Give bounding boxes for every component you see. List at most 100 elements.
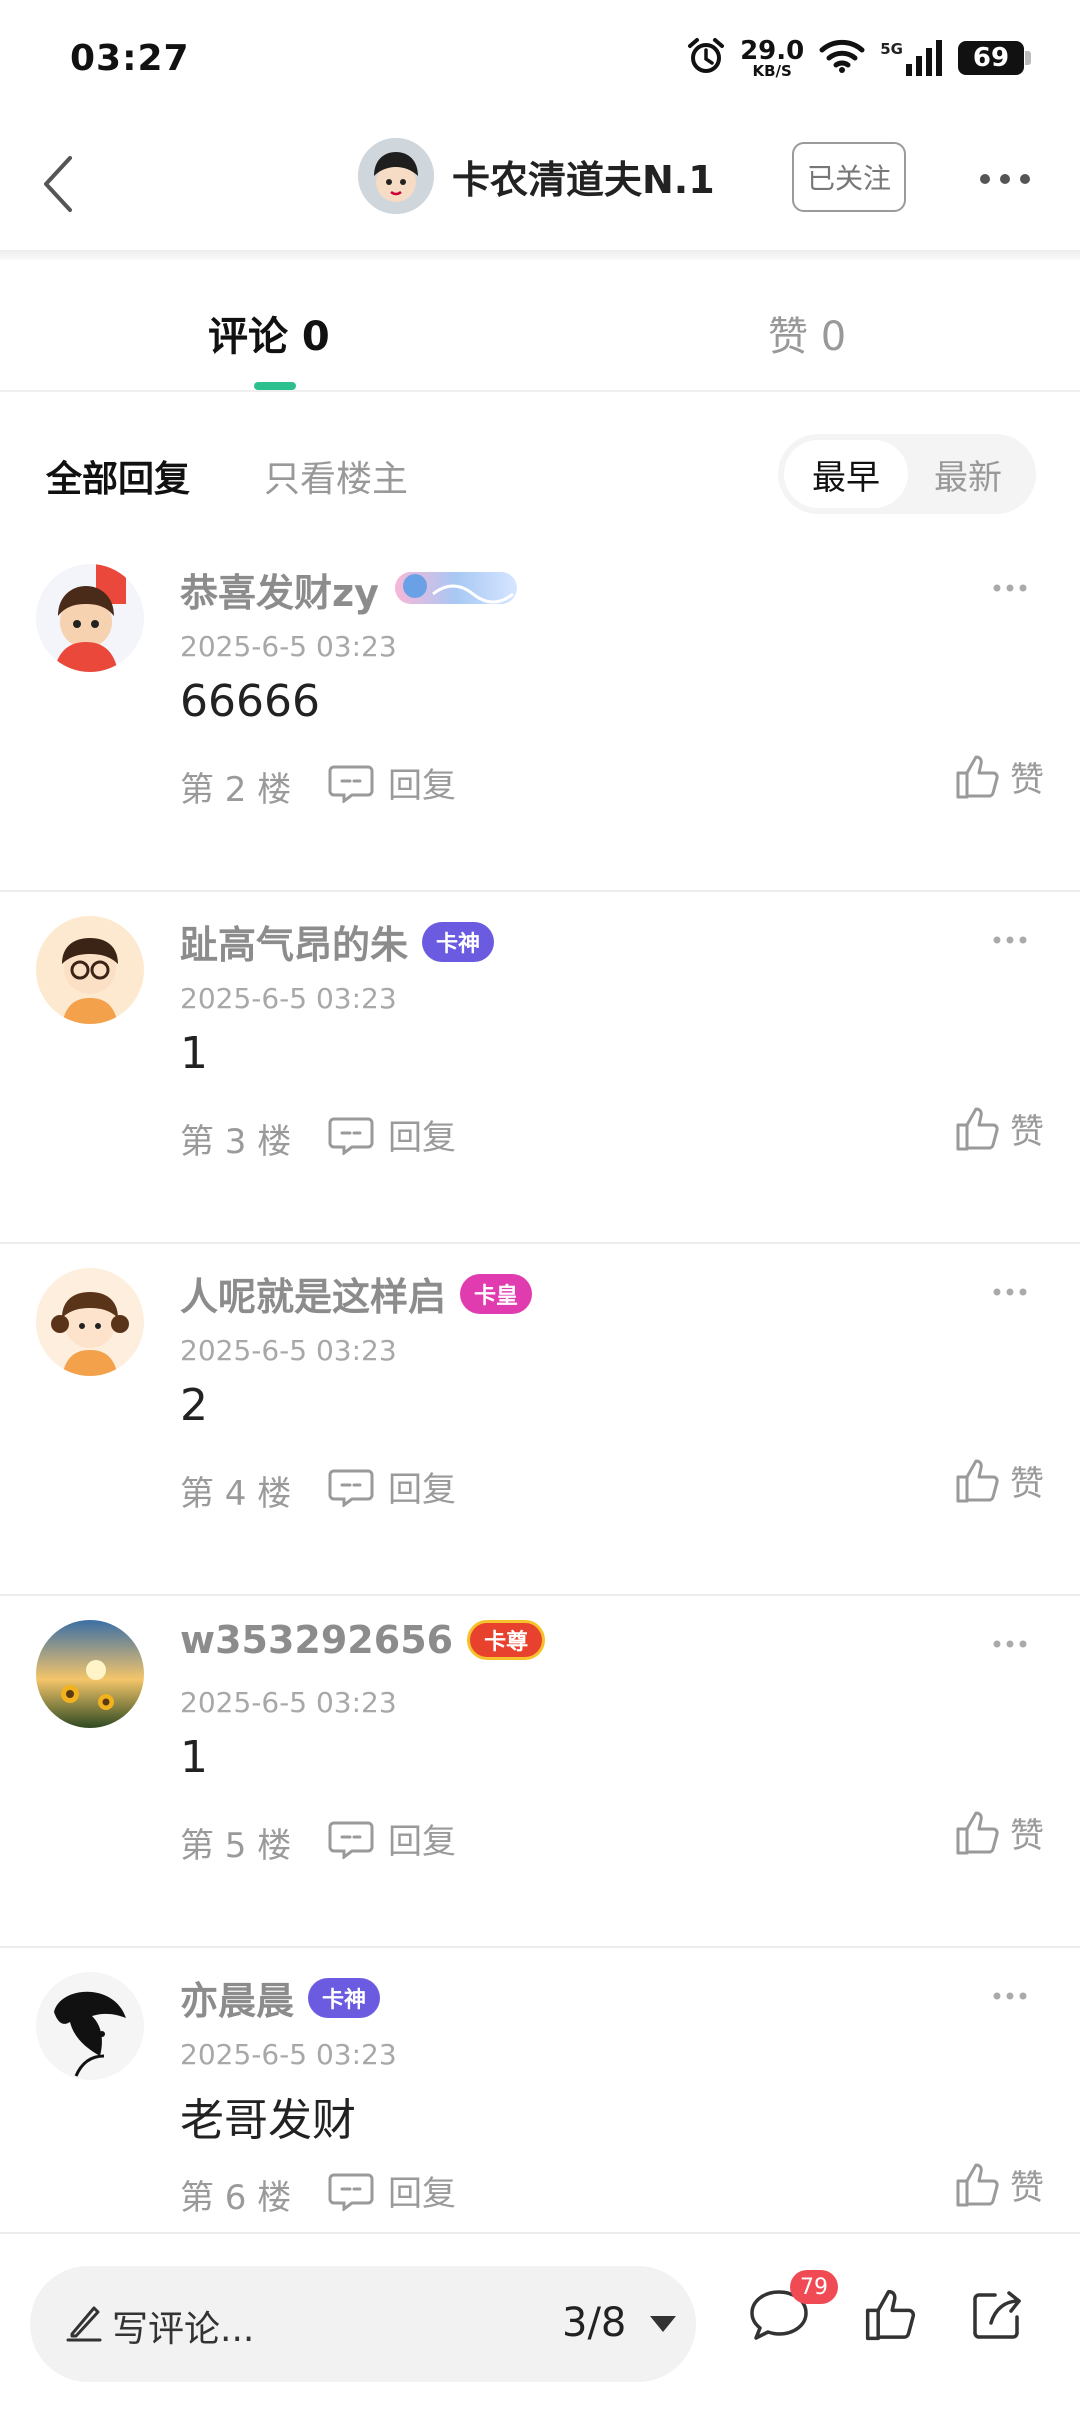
follow-button[interactable]: 已关注	[792, 142, 906, 212]
status-bar: 03:27 29.0 KB/S 5G 69	[0, 0, 1080, 120]
wifi-icon	[818, 38, 866, 78]
comment-more-button[interactable]	[980, 1624, 1040, 1664]
comment-more-button[interactable]	[980, 1272, 1040, 1312]
avatar[interactable]	[36, 564, 144, 672]
network-speed-value: 29.0	[740, 35, 805, 66]
like-label: 赞	[1010, 1112, 1044, 1152]
sort-newest-option[interactable]: 最新	[906, 440, 1030, 508]
comment-text[interactable]: 1	[180, 1028, 208, 1079]
comment-more-button[interactable]	[980, 920, 1040, 960]
header-user[interactable]: 卡农清道夫N.1	[358, 138, 715, 214]
more-dots-icon	[993, 584, 1027, 592]
like-button[interactable]: 赞	[954, 1456, 1044, 1505]
avatar[interactable]	[36, 1268, 144, 1376]
comment-user-name[interactable]: 亦晨晨	[180, 1970, 294, 2025]
header-user-name[interactable]: 卡农清道夫N.1	[452, 149, 715, 204]
list-item: w353292656 卡尊 2025-6-5 03:23 1 第 5 楼 回复 …	[0, 1596, 1080, 1948]
comment-user-name[interactable]: 趾高气昂的朱	[180, 914, 408, 969]
like-label: 赞	[1010, 1816, 1044, 1856]
reply-button[interactable]: 回复	[328, 758, 456, 807]
sort-earliest-option[interactable]: 最早	[784, 440, 908, 508]
thumbs-up-icon	[956, 1811, 999, 1854]
user-badge: 卡尊	[467, 1620, 546, 1660]
comment-text[interactable]: 1	[180, 1732, 208, 1783]
comment-timestamp: 2025-6-5 03:23	[180, 1686, 397, 1719]
tab-likes[interactable]: 赞 0	[768, 304, 846, 362]
floor-number: 第 3 楼	[180, 1122, 292, 1162]
like-button[interactable]: 赞	[954, 1808, 1044, 1857]
tab-bar: 评论 0 赞 0	[0, 260, 1080, 392]
more-dots-icon	[993, 1992, 1027, 2000]
tab-active-indicator	[254, 382, 296, 390]
comment-user-name[interactable]: 恭喜发财zy	[180, 562, 379, 617]
comment-header: 亦晨晨 卡神	[180, 1970, 381, 2025]
comment-timestamp: 2025-6-5 03:23	[180, 982, 397, 1015]
floor-number: 第 6 楼	[180, 2178, 292, 2218]
reply-label: 回复	[388, 1118, 456, 1158]
reply-label: 回复	[388, 2174, 456, 2214]
write-comment-placeholder: 写评论...	[112, 2309, 255, 2350]
user-badge-icon	[393, 566, 519, 614]
comment-user-name[interactable]: w353292656	[180, 1618, 453, 1662]
caret-down-icon[interactable]	[650, 2316, 676, 2332]
more-dots-icon	[993, 1288, 1027, 1296]
thumbs-up-icon	[956, 1107, 999, 1150]
like-label: 赞	[1010, 760, 1044, 800]
bottom-bar: 写评论... 3/8 79	[0, 2232, 1080, 2412]
status-time: 03:27	[70, 38, 190, 79]
pencil-icon	[66, 2306, 102, 2342]
user-badge: 卡神	[308, 1977, 381, 2018]
alarm-icon	[686, 36, 726, 80]
reply-label: 回复	[388, 766, 456, 806]
list-item: 人呢就是这样启 卡皇 2025-6-5 03:23 2 第 4 楼 回复 赞	[0, 1244, 1080, 1596]
reply-button[interactable]: 回复	[328, 2166, 456, 2215]
comment-more-button[interactable]	[980, 1976, 1040, 2016]
reply-icon	[328, 765, 374, 803]
tab-comments[interactable]: 评论 0	[208, 304, 330, 362]
comment-timestamp: 2025-6-5 03:23	[180, 630, 397, 663]
page-header: 卡农清道夫N.1 已关注	[0, 120, 1080, 250]
avatar[interactable]	[36, 1972, 144, 2080]
comment-user-name[interactable]: 人呢就是这样启	[180, 1266, 446, 1321]
reply-button[interactable]: 回复	[328, 1814, 456, 1863]
comment-header: 恭喜发财zy	[180, 562, 519, 617]
comment-header: 趾高气昂的朱 卡神	[180, 914, 495, 969]
comment-timestamp: 2025-6-5 03:23	[180, 1334, 397, 1367]
like-label: 赞	[1010, 1464, 1044, 1504]
avatar[interactable]	[358, 138, 434, 214]
comment-count-badge: 79	[790, 2270, 838, 2304]
user-badge: 卡神	[422, 921, 495, 962]
back-button[interactable]	[22, 144, 92, 224]
like-post-button[interactable]	[856, 2280, 926, 2350]
list-item: 趾高气昂的朱 卡神 2025-6-5 03:23 1 第 3 楼 回复 赞	[0, 892, 1080, 1244]
reply-button[interactable]: 回复	[328, 1462, 456, 1511]
like-button[interactable]: 赞	[954, 1104, 1044, 1153]
page-indicator[interactable]: 3/8	[562, 2300, 626, 2346]
reply-label: 回复	[388, 1822, 456, 1862]
comment-text[interactable]: 66666	[180, 676, 320, 727]
comment-header: w353292656 卡尊	[180, 1618, 546, 1662]
comment-more-button[interactable]	[980, 568, 1040, 608]
write-comment-input[interactable]: 写评论... 3/8	[30, 2266, 696, 2382]
thumbs-up-icon	[956, 1459, 999, 1502]
like-button[interactable]: 赞	[954, 2160, 1044, 2209]
more-dots-icon	[993, 936, 1027, 944]
comment-text[interactable]: 老哥发财	[180, 2084, 356, 2148]
reply-button[interactable]: 回复	[328, 1110, 456, 1159]
network-speed-unit: KB/S	[752, 61, 792, 80]
comment-text[interactable]: 2	[180, 1380, 208, 1431]
chevron-left-icon	[44, 156, 72, 212]
avatar[interactable]	[36, 916, 144, 1024]
filter-op-only[interactable]: 只看楼主	[264, 450, 408, 502]
status-icons: 29.0 KB/S 5G 69	[686, 35, 1031, 80]
more-options-button[interactable]	[970, 154, 1040, 204]
reply-icon	[328, 2173, 374, 2211]
share-button[interactable]	[962, 2280, 1032, 2350]
avatar[interactable]	[36, 1620, 144, 1728]
thumbs-up-icon	[956, 755, 999, 798]
signal-icon: 5G	[880, 40, 944, 76]
filter-all-replies[interactable]: 全部回复	[46, 450, 190, 502]
network-type: 5G	[880, 40, 903, 58]
thumbs-up-icon	[865, 2289, 916, 2341]
like-button[interactable]: 赞	[954, 752, 1044, 801]
